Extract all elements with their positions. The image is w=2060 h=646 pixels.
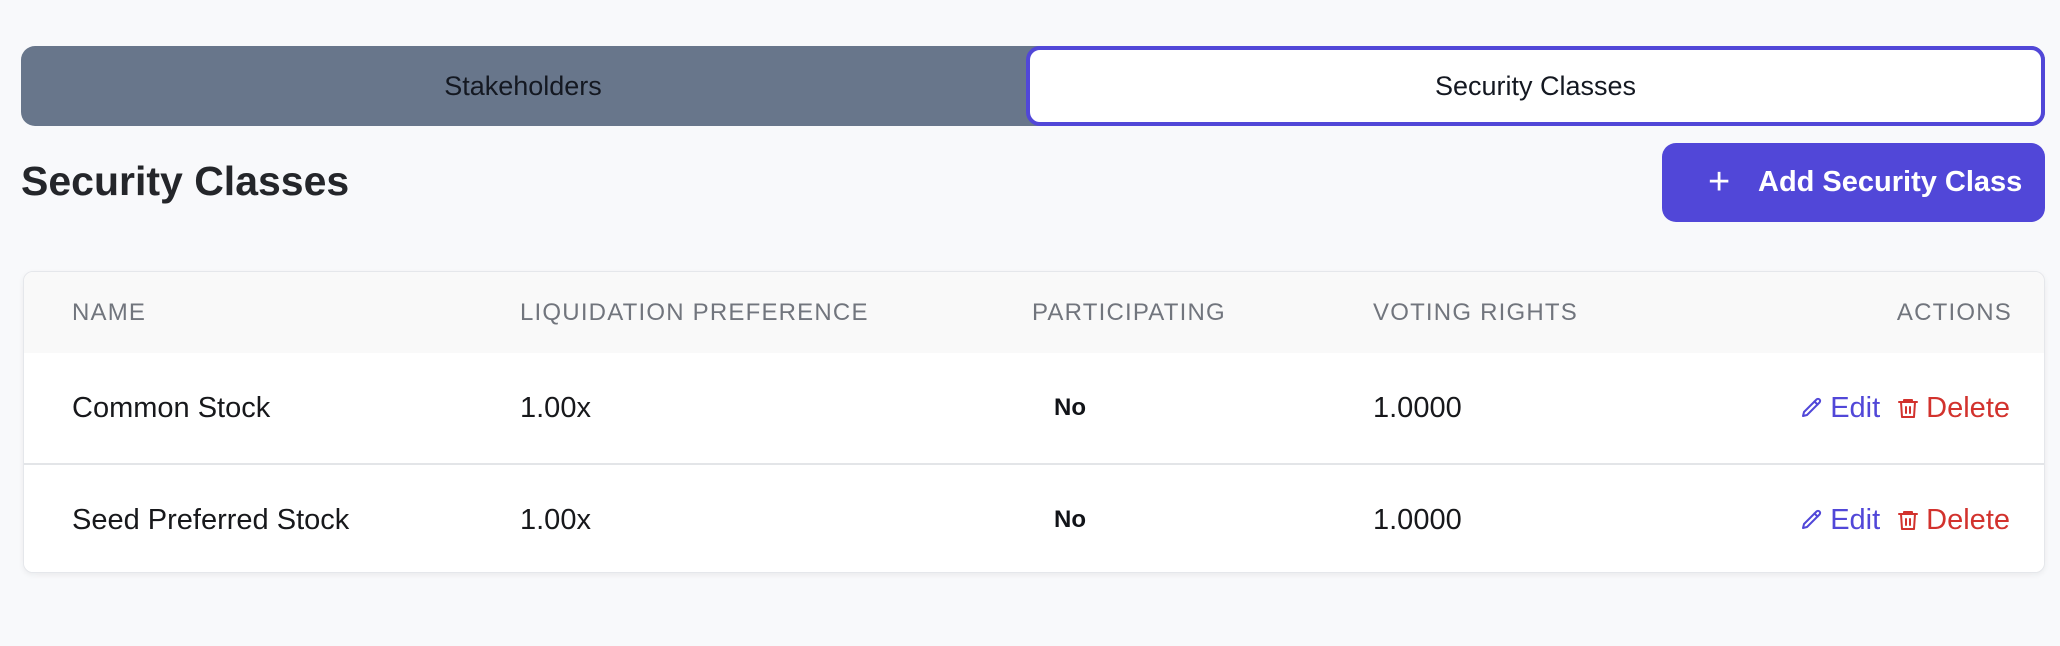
cell-liquidation-preference: 1.00x [520, 503, 591, 536]
edit-button[interactable]: Edit [1800, 504, 1880, 537]
tab-security-classes[interactable]: Security Classes [1026, 46, 2045, 126]
cell-name: Seed Preferred Stock [72, 503, 350, 536]
cell-voting-rights: 1.0000 [1373, 503, 1462, 536]
participating-badge: No [1054, 394, 1086, 421]
cell-liquidation-preference: 1.00x [520, 391, 591, 424]
trash-icon [1896, 396, 1920, 420]
column-header-actions: ACTIONS [1896, 298, 2012, 326]
table-row: Seed Preferred Stock 1.00x No 1.0000 Edi… [24, 465, 2044, 572]
column-header-liquidation-preference: LIQUIDATION PREFERENCE [520, 298, 869, 326]
participating-badge: No [1054, 506, 1086, 533]
row-actions: Edit Delete [1800, 465, 2010, 572]
delete-button[interactable]: Delete [1896, 504, 2010, 537]
add-security-class-button[interactable]: + Add Security Class [1662, 143, 2045, 222]
pencil-icon [1800, 508, 1824, 532]
row-actions: Edit Delete [1800, 353, 2010, 463]
delete-label: Delete [1926, 391, 2010, 424]
cell-name: Common Stock [72, 391, 271, 424]
plus-icon: + [1708, 161, 1731, 203]
security-classes-table: NAME LIQUIDATION PREFERENCE PARTICIPATIN… [23, 271, 2045, 573]
pencil-icon [1800, 396, 1824, 420]
trash-icon [1896, 508, 1920, 532]
cell-voting-rights: 1.0000 [1373, 391, 1462, 424]
delete-button[interactable]: Delete [1896, 392, 2010, 425]
edit-label: Edit [1830, 503, 1881, 536]
edit-label: Edit [1830, 391, 1881, 424]
tab-bar: Stakeholders Security Classes [21, 46, 2045, 126]
edit-button[interactable]: Edit [1800, 392, 1880, 425]
table-row: Common Stock 1.00x No 1.0000 Edit Delete [24, 353, 2044, 465]
column-header-name: NAME [72, 298, 147, 326]
page-title: Security Classes [21, 158, 350, 204]
column-header-participating: PARTICIPATING [1032, 298, 1226, 326]
column-header-voting-rights: VOTING RIGHTS [1373, 298, 1578, 326]
add-security-class-label: Add Security Class [1758, 166, 2023, 198]
delete-label: Delete [1926, 503, 2010, 536]
table-header: NAME LIQUIDATION PREFERENCE PARTICIPATIN… [24, 272, 2044, 353]
tab-stakeholders[interactable]: Stakeholders [21, 46, 1025, 126]
